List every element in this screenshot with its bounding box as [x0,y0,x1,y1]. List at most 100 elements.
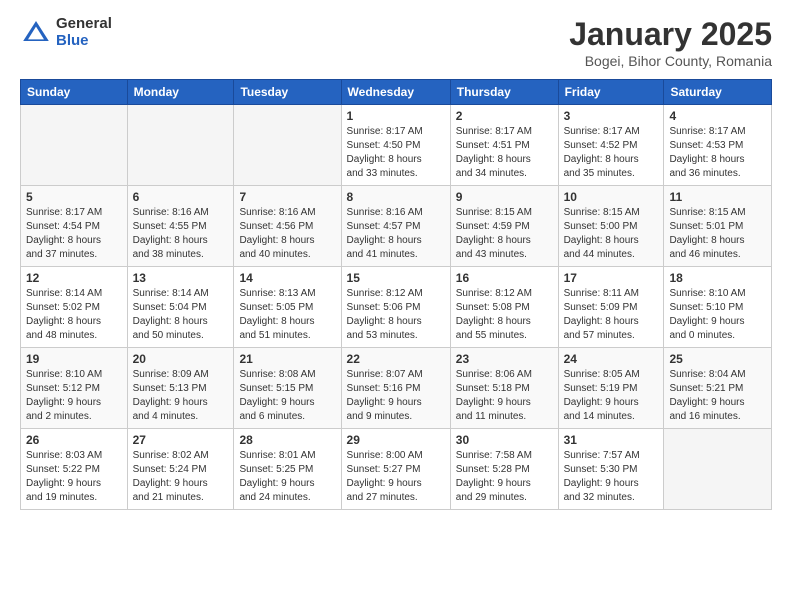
calendar-cell: 29Sunrise: 8:00 AM Sunset: 5:27 PM Dayli… [341,429,450,510]
day-number: 24 [564,352,659,366]
calendar-cell: 26 Sunrise: 8:03 AM Sunset: 5:22 PM Dayli… [21,429,128,510]
title-month: January 2025 [569,16,772,53]
day-info: Sunrise: 8:05 AM Sunset: 5:19 PM Dayligh… [564,368,659,424]
calendar-cell: 6Sunrise: 8:16 AM Sunset: 4:55 PM Daylig… [127,186,234,267]
title-block: January 2025 Bogei, Bihor County, Romani… [569,16,772,69]
weekday-header: Saturday [664,80,772,105]
calendar-cell: 4 Sunrise: 8:17 AM Sunset: 4:53 PM Daylig… [664,105,772,186]
day-number: 12 [26,271,122,285]
day-number: 22 [347,352,445,366]
calendar-cell [234,105,341,186]
calendar-cell: 21Sunrise: 8:08 AM Sunset: 5:15 PM Dayli… [234,348,341,429]
calendar-cell: 9 Sunrise: 8:15 AM Sunset: 4:59 PM Daylig… [450,186,558,267]
calendar-cell: 22 Sunrise: 8:07 AM Sunset: 5:16 PM Dayli… [341,348,450,429]
header: General Blue January 2025 Bogei, Bihor C… [20,16,772,69]
day-info: Sunrise: 8:17 AM Sunset: 4:50 PM Dayligh… [347,125,445,181]
day-info: Sunrise: 8:17 AM Sunset: 4:51 PM Dayligh… [456,125,553,181]
day-number: 15 [347,271,445,285]
day-info: Sunrise: 8:15 AM Sunset: 5:01 PM Dayligh… [669,206,766,262]
weekday-header: Monday [127,80,234,105]
calendar-cell: 13Sunrise: 8:14 AM Sunset: 5:04 PM Dayli… [127,267,234,348]
day-number: 18 [669,271,766,285]
calendar-table: SundayMondayTuesdayWednesdayThursdayFrid… [20,79,772,510]
day-number: 6 [133,190,229,204]
title-location: Bogei, Bihor County, Romania [569,53,772,69]
calendar-cell: 25 Sunrise: 8:04 AM Sunset: 5:21 PM Dayli… [664,348,772,429]
logo-general-text: General [56,16,112,33]
day-number: 11 [669,190,766,204]
weekday-header: Sunday [21,80,128,105]
day-number: 7 [239,190,335,204]
calendar-cell: 2 Sunrise: 8:17 AM Sunset: 4:51 PM Daylig… [450,105,558,186]
day-info: Sunrise: 8:03 AM Sunset: 5:22 PM Dayligh… [26,449,122,505]
calendar-cell: 1 Sunrise: 8:17 AM Sunset: 4:50 PM Daylig… [341,105,450,186]
day-number: 27 [133,433,229,447]
day-info: Sunrise: 8:10 AM Sunset: 5:12 PM Dayligh… [26,368,122,424]
day-info: Sunrise: 8:06 AM Sunset: 5:18 PM Dayligh… [456,368,553,424]
calendar-cell [127,105,234,186]
weekday-header: Friday [558,80,664,105]
calendar-cell: 30 Sunrise: 7:58 AM Sunset: 5:28 PM Dayli… [450,429,558,510]
calendar-cell: 14 Sunrise: 8:13 AM Sunset: 5:05 PM Dayli… [234,267,341,348]
day-number: 9 [456,190,553,204]
day-number: 20 [133,352,229,366]
day-number: 4 [669,109,766,123]
day-number: 30 [456,433,553,447]
calendar-cell: 7 Sunrise: 8:16 AM Sunset: 4:56 PM Daylig… [234,186,341,267]
day-number: 25 [669,352,766,366]
day-info: Sunrise: 7:57 AM Sunset: 5:30 PM Dayligh… [564,449,659,505]
day-info: Sunrise: 8:17 AM Sunset: 4:53 PM Dayligh… [669,125,766,181]
calendar-cell: 18 Sunrise: 8:10 AM Sunset: 5:10 PM Dayli… [664,267,772,348]
calendar-cell: 24 Sunrise: 8:05 AM Sunset: 5:19 PM Dayli… [558,348,664,429]
calendar-week-row: 5Sunrise: 8:17 AM Sunset: 4:54 PM Daylig… [21,186,772,267]
calendar-cell: 11 Sunrise: 8:15 AM Sunset: 5:01 PM Dayli… [664,186,772,267]
calendar-cell: 31Sunrise: 7:57 AM Sunset: 5:30 PM Dayli… [558,429,664,510]
day-number: 14 [239,271,335,285]
day-number: 5 [26,190,122,204]
calendar-cell: 3 Sunrise: 8:17 AM Sunset: 4:52 PM Daylig… [558,105,664,186]
day-info: Sunrise: 8:00 AM Sunset: 5:27 PM Dayligh… [347,449,445,505]
calendar-week-row: 26 Sunrise: 8:03 AM Sunset: 5:22 PM Dayli… [21,429,772,510]
day-number: 8 [347,190,445,204]
day-number: 28 [239,433,335,447]
day-number: 23 [456,352,553,366]
day-info: Sunrise: 8:15 AM Sunset: 4:59 PM Dayligh… [456,206,553,262]
day-number: 2 [456,109,553,123]
calendar-cell: 10Sunrise: 8:15 AM Sunset: 5:00 PM Dayli… [558,186,664,267]
weekday-header: Tuesday [234,80,341,105]
calendar-week-row: 19 Sunrise: 8:10 AM Sunset: 5:12 PM Dayli… [21,348,772,429]
calendar-cell: 28 Sunrise: 8:01 AM Sunset: 5:25 PM Dayli… [234,429,341,510]
day-info: Sunrise: 8:15 AM Sunset: 5:00 PM Dayligh… [564,206,659,262]
calendar-cell: 5Sunrise: 8:17 AM Sunset: 4:54 PM Daylig… [21,186,128,267]
calendar-week-row: 1 Sunrise: 8:17 AM Sunset: 4:50 PM Daylig… [21,105,772,186]
logo-blue-text: Blue [56,33,112,50]
day-info: Sunrise: 8:11 AM Sunset: 5:09 PM Dayligh… [564,287,659,343]
logo-icon [20,17,52,49]
day-info: Sunrise: 8:16 AM Sunset: 4:56 PM Dayligh… [239,206,335,262]
calendar-cell: 27 Sunrise: 8:02 AM Sunset: 5:24 PM Dayli… [127,429,234,510]
calendar-cell: 20Sunrise: 8:09 AM Sunset: 5:13 PM Dayli… [127,348,234,429]
calendar-cell: 15 Sunrise: 8:12 AM Sunset: 5:06 PM Dayli… [341,267,450,348]
calendar-cell: 17Sunrise: 8:11 AM Sunset: 5:09 PM Dayli… [558,267,664,348]
day-number: 1 [347,109,445,123]
calendar-cell: 16Sunrise: 8:12 AM Sunset: 5:08 PM Dayli… [450,267,558,348]
day-info: Sunrise: 8:01 AM Sunset: 5:25 PM Dayligh… [239,449,335,505]
day-info: Sunrise: 8:17 AM Sunset: 4:52 PM Dayligh… [564,125,659,181]
day-number: 3 [564,109,659,123]
day-info: Sunrise: 8:02 AM Sunset: 5:24 PM Dayligh… [133,449,229,505]
day-number: 21 [239,352,335,366]
day-info: Sunrise: 8:14 AM Sunset: 5:04 PM Dayligh… [133,287,229,343]
day-info: Sunrise: 8:16 AM Sunset: 4:57 PM Dayligh… [347,206,445,262]
day-info: Sunrise: 8:04 AM Sunset: 5:21 PM Dayligh… [669,368,766,424]
day-number: 26 [26,433,122,447]
day-info: Sunrise: 8:10 AM Sunset: 5:10 PM Dayligh… [669,287,766,343]
day-info: Sunrise: 8:13 AM Sunset: 5:05 PM Dayligh… [239,287,335,343]
day-info: Sunrise: 8:12 AM Sunset: 5:06 PM Dayligh… [347,287,445,343]
day-info: Sunrise: 7:58 AM Sunset: 5:28 PM Dayligh… [456,449,553,505]
calendar-cell: 19 Sunrise: 8:10 AM Sunset: 5:12 PM Dayli… [21,348,128,429]
day-info: Sunrise: 8:07 AM Sunset: 5:16 PM Dayligh… [347,368,445,424]
weekday-header: Thursday [450,80,558,105]
day-number: 19 [26,352,122,366]
calendar-header-row: SundayMondayTuesdayWednesdayThursdayFrid… [21,80,772,105]
calendar-cell [21,105,128,186]
